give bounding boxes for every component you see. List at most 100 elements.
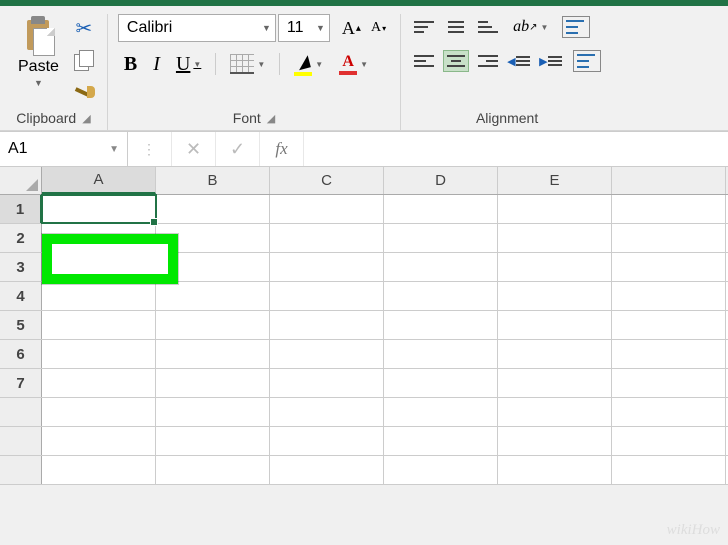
cell[interactable] <box>156 195 270 223</box>
select-all-corner[interactable] <box>0 167 42 194</box>
cell[interactable] <box>156 427 270 455</box>
cell[interactable] <box>612 369 726 397</box>
cell[interactable] <box>156 311 270 339</box>
row-header[interactable]: 1 <box>0 195 42 223</box>
cell[interactable] <box>156 340 270 368</box>
row-header[interactable] <box>0 398 42 426</box>
cell[interactable] <box>384 456 498 484</box>
align-middle-button[interactable] <box>443 16 469 38</box>
cell[interactable] <box>612 195 726 223</box>
paste-dropdown-icon[interactable]: ▼ <box>34 78 43 88</box>
cell[interactable] <box>384 398 498 426</box>
cell[interactable] <box>498 340 612 368</box>
cell[interactable] <box>156 398 270 426</box>
font-color-button[interactable]: A▼ <box>333 51 374 77</box>
cell[interactable] <box>612 427 726 455</box>
cell[interactable] <box>156 253 270 281</box>
cell[interactable] <box>384 282 498 310</box>
cell[interactable] <box>270 340 384 368</box>
cell[interactable] <box>270 224 384 252</box>
cell[interactable] <box>384 195 498 223</box>
grow-font-button[interactable]: A <box>338 16 365 41</box>
cell[interactable] <box>270 195 384 223</box>
formula-menu-button[interactable]: ⋮ <box>128 132 172 166</box>
underline-button[interactable]: U▼ <box>170 51 207 78</box>
column-header[interactable]: D <box>384 167 498 194</box>
row-header[interactable]: 5 <box>0 311 42 339</box>
cell[interactable] <box>156 369 270 397</box>
cell[interactable] <box>42 282 156 310</box>
cell[interactable] <box>498 456 612 484</box>
row-header[interactable]: 2 <box>0 224 42 252</box>
cell[interactable] <box>612 398 726 426</box>
font-launcher-icon[interactable]: ◢ <box>267 112 275 125</box>
row-header[interactable]: 4 <box>0 282 42 310</box>
column-header[interactable]: A <box>42 167 156 194</box>
row-header[interactable] <box>0 427 42 455</box>
fill-color-button[interactable]: ◢▼ <box>288 50 329 78</box>
cell[interactable] <box>384 340 498 368</box>
cell[interactable] <box>498 427 612 455</box>
increase-indent-button[interactable]: ▶ <box>539 50 565 72</box>
clipboard-launcher-icon[interactable]: ◢ <box>82 112 90 125</box>
align-top-button[interactable] <box>411 16 437 38</box>
cancel-formula-button[interactable]: ✕ <box>172 132 216 166</box>
cell[interactable] <box>498 311 612 339</box>
cell[interactable] <box>498 282 612 310</box>
align-bottom-button[interactable] <box>475 16 501 38</box>
font-size-combo[interactable]: 11 ▼ <box>278 14 330 42</box>
cell[interactable] <box>384 427 498 455</box>
cell[interactable] <box>384 253 498 281</box>
format-painter-button[interactable] <box>71 80 97 104</box>
borders-button[interactable]: ▼ <box>224 52 271 76</box>
cell[interactable] <box>612 253 726 281</box>
cell[interactable] <box>42 398 156 426</box>
align-center-button[interactable] <box>443 50 469 72</box>
cell[interactable] <box>270 456 384 484</box>
merge-button[interactable] <box>571 48 603 74</box>
cell[interactable] <box>498 369 612 397</box>
row-header[interactable]: 7 <box>0 369 42 397</box>
name-box[interactable]: A1 ▼ <box>0 132 128 166</box>
orientation-button[interactable]: ab↗▼ <box>507 16 554 38</box>
cell[interactable] <box>42 340 156 368</box>
cell[interactable] <box>498 224 612 252</box>
cell[interactable] <box>612 224 726 252</box>
cell[interactable] <box>42 369 156 397</box>
cell[interactable] <box>384 224 498 252</box>
cell[interactable] <box>612 311 726 339</box>
row-header[interactable]: 3 <box>0 253 42 281</box>
row-header[interactable]: 6 <box>0 340 42 368</box>
cell[interactable] <box>384 369 498 397</box>
cell[interactable] <box>384 311 498 339</box>
font-name-combo[interactable]: Calibri ▼ <box>118 14 276 42</box>
cell[interactable] <box>42 456 156 484</box>
cell[interactable] <box>156 224 270 252</box>
cell[interactable] <box>270 311 384 339</box>
cell[interactable] <box>42 311 156 339</box>
insert-function-button[interactable]: fx <box>260 132 304 166</box>
cell[interactable] <box>612 282 726 310</box>
cell[interactable] <box>498 398 612 426</box>
cell[interactable] <box>270 253 384 281</box>
copy-button[interactable] <box>71 48 97 72</box>
row-header[interactable] <box>0 456 42 484</box>
cell[interactable] <box>270 427 384 455</box>
column-header[interactable]: E <box>498 167 612 194</box>
cell[interactable] <box>42 427 156 455</box>
align-right-button[interactable] <box>475 50 501 72</box>
cell[interactable] <box>270 398 384 426</box>
cell[interactable] <box>42 253 156 281</box>
cell[interactable] <box>270 369 384 397</box>
paste-button[interactable]: Paste ▼ <box>10 14 67 88</box>
align-left-button[interactable] <box>411 50 437 72</box>
cell[interactable] <box>498 195 612 223</box>
cell[interactable] <box>612 340 726 368</box>
cut-button[interactable]: ✂ <box>71 16 97 40</box>
decrease-indent-button[interactable]: ◀ <box>507 50 533 72</box>
cell[interactable] <box>612 456 726 484</box>
cell[interactable] <box>156 456 270 484</box>
column-header[interactable]: B <box>156 167 270 194</box>
cell-a1[interactable] <box>42 195 156 223</box>
cell[interactable] <box>270 282 384 310</box>
